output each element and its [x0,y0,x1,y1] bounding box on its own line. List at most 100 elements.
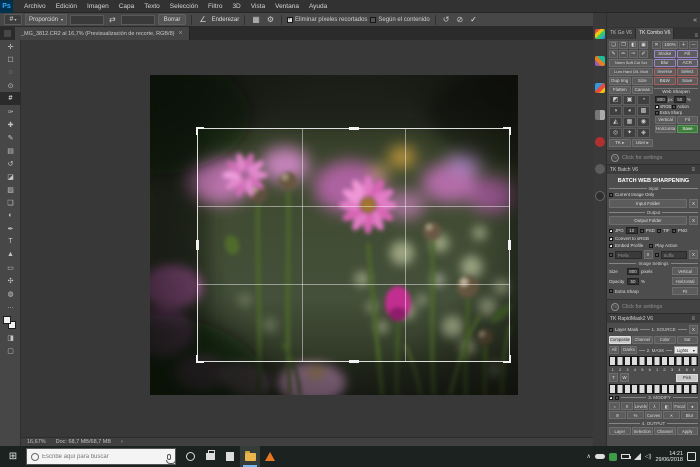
foreground-color-swatch[interactable] [3,316,11,324]
paint-tool-icon-button[interactable]: ✏ [619,50,628,58]
crop-handle-top-right[interactable] [503,127,511,135]
tk-combo-panel-icon[interactable] [595,56,605,66]
batch-size-field[interactable]: 800 [627,268,639,275]
taskbar-document-button[interactable] [220,446,240,467]
convert-srgb-checkbox[interactable]: ✓Convert to sRGB [609,236,698,241]
zoom-tool[interactable]: ◍ [0,287,21,300]
close-view-button[interactable]: ✕ [652,41,661,49]
menu-item[interactable]: 3D [227,0,245,13]
color-swatches[interactable] [0,315,21,331]
modify-checkbox-2[interactable] [615,396,619,400]
crop-handle-bottom[interactable] [349,360,359,363]
screen-mode-button[interactable]: ▢ [0,344,21,357]
combo-file-icon-button[interactable]: ▣ [639,41,648,49]
gradient-tool[interactable]: ▨ [0,183,21,196]
paint-tool-icon-button[interactable]: ✐ [639,50,648,58]
swap-values-icon[interactable]: ⇄ [107,14,118,25]
crop-handle-top-left[interactable] [196,127,204,135]
path-selection-tool[interactable]: ▲ [0,248,21,261]
tk-batch-settings-bar[interactable]: Tk Click for settings [607,299,700,313]
cancel-crop-icon[interactable]: ⊘ [454,14,465,25]
blend-modes-row-1[interactable]: Norm Soft Col Scr [609,59,653,67]
srgb-checkbox[interactable]: ✓ [655,105,659,109]
batch-opacity-field[interactable]: 50 [627,278,639,285]
suffix-field[interactable]: Suffix [661,251,688,259]
taskbar-file-explorer-button[interactable] [240,446,260,467]
menu-item[interactable]: Ventana [270,0,304,13]
action-checkbox[interactable] [672,105,676,109]
sharpen-size-field[interactable]: 800 [655,96,667,103]
combo-file-icon-button[interactable]: ◧ [629,41,638,49]
adjustment-icon-button[interactable]: ◔ [637,95,650,105]
delete-cropped-pixels-checkbox[interactable]: ✓ Eliminar píxeles recortados [287,17,367,23]
collapsed-panel-icon[interactable] [595,164,605,174]
eyedropper-tool[interactable]: ✑ [0,105,21,118]
input-folder-button[interactable]: Input Folder [609,199,687,208]
vertical-sharpen-button[interactable]: Vertical [655,116,676,124]
crop-settings-gear-icon[interactable]: ⚙ [265,14,276,25]
clear-input-folder-button[interactable]: X [689,199,698,208]
pen-tool[interactable]: ✒ [0,222,21,235]
output-button[interactable]: Layer [609,427,631,435]
canvas-button[interactable]: Canvas [632,86,654,94]
prefix-field[interactable]: Prefix [615,251,642,259]
output-folder-button[interactable]: Output Folder [609,216,687,225]
suffix-checkbox[interactable] [655,253,659,257]
tab-tk-go[interactable]: TK Go V6 [607,28,636,39]
tray-expand-icon[interactable]: ∧ [586,453,590,460]
luminosity-keys-strip-1[interactable] [609,356,698,366]
crop-ratio-preset-dropdown[interactable]: Proporción ▾ [25,14,67,25]
output-button[interactable]: Selection [632,427,654,435]
bw-button[interactable]: B&W [654,77,676,85]
tk-rapidmask-panel-icon[interactable] [595,110,605,120]
menu-item[interactable]: Vista [246,0,270,13]
tk-combo-settings-bar[interactable]: Tk Click for settings [607,150,700,164]
batch-vertical-button[interactable]: Vertical [672,267,698,275]
adjustment-icon-button[interactable]: ▦ [623,117,636,127]
onedrive-icon[interactable] [595,454,605,459]
commit-crop-icon[interactable]: ✓ [468,14,479,25]
size-button[interactable]: Size [632,77,654,85]
taskbar-clock[interactable]: 14:21 29/06/2018 [655,451,683,463]
clear-source-button[interactable]: X [689,325,698,334]
menu-item[interactable]: Selección [165,0,203,13]
zoom-out-button[interactable]: － [689,41,698,49]
combo-file-icon-button[interactable]: ❐ [619,41,628,49]
adjustment-icon-button[interactable]: ◎ [609,128,622,138]
modify-button[interactable]: ☰ [609,411,626,419]
menu-item[interactable]: Capa [114,0,140,13]
combo-file-icon-button[interactable]: ❏ [609,41,618,49]
tab-tk-combo[interactable]: TK Combo V6 [636,28,674,39]
tk-go-panel-icon[interactable] [595,29,605,39]
move-tool[interactable]: ✛ [0,40,21,53]
antivirus-icon[interactable] [609,453,617,461]
taskbar-cortana-button[interactable] [180,446,200,467]
w-button[interactable]: W [620,373,629,382]
panel-menu-icon[interactable]: ≡ [691,316,697,322]
clear-output-folder-button[interactable]: X [689,216,698,225]
modify-button[interactable]: Levels [634,402,648,410]
stroke-button[interactable]: Stroke [654,50,676,58]
t-button[interactable]: T [609,373,618,382]
prefix-checkbox[interactable] [609,253,613,257]
tif-checkbox[interactable] [657,229,661,233]
close-tab-icon[interactable]: × [178,30,182,37]
layer-mask-checkbox[interactable] [609,328,613,332]
tool-preset-picker[interactable]: # ▾ [4,14,22,25]
eraser-tool[interactable]: ◪ [0,170,21,183]
luminosity-keys-strip-2[interactable] [609,384,698,394]
clear-prefix-button[interactable]: X [644,250,653,259]
overlay-options-icon[interactable]: ▦ [250,14,262,25]
straighten-label[interactable]: Enderezar [212,17,240,23]
collapsed-panel-icon[interactable] [595,191,605,201]
extra-sharp-checkbox[interactable] [655,111,659,115]
source-button[interactable]: Color [654,336,676,344]
modify-button[interactable]: Focal [673,402,685,410]
adjustment-icon-button[interactable]: ◭ [609,117,622,127]
crop-tool[interactable]: # [0,92,21,105]
crop-handle-bottom-left[interactable] [196,355,204,363]
crop-bounding-box[interactable] [197,128,510,362]
reset-crop-icon[interactable]: ↺ [441,14,452,25]
batch-horizontal-button[interactable]: Horizontal [672,277,698,285]
history-brush-tool[interactable]: ↺ [0,157,21,170]
